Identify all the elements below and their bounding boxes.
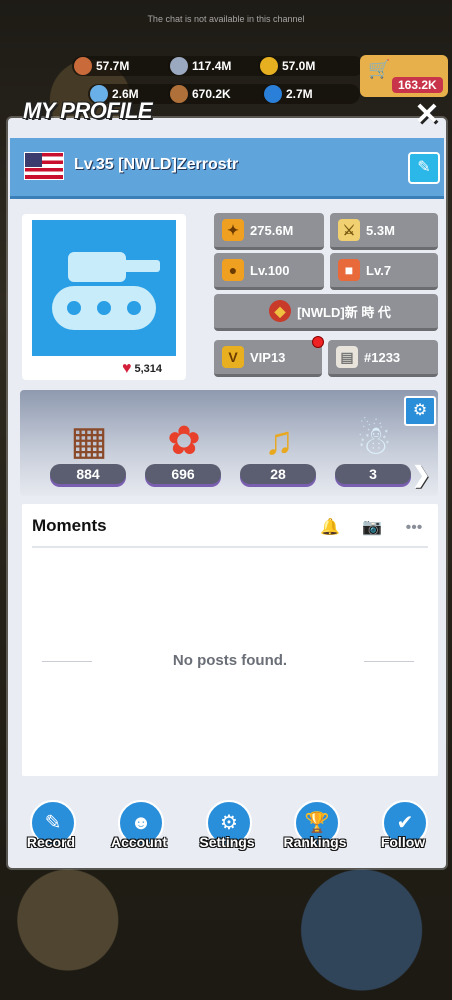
player-name: Lv.35 [NWLD]Zerrostr bbox=[74, 156, 239, 173]
nav-label: Follow bbox=[380, 834, 426, 850]
nav-label: Rankings bbox=[283, 834, 347, 850]
account-button[interactable]: ☻ Account bbox=[102, 800, 174, 854]
vip-stat[interactable]: V VIP13 bbox=[214, 340, 322, 377]
chat-notice: The chat is not available in this channe… bbox=[147, 14, 305, 24]
likes-count: ♥ 5,314 bbox=[122, 360, 162, 378]
chocolate-gift-icon: ▦ bbox=[70, 419, 108, 463]
nav-label: Account bbox=[111, 834, 167, 850]
vip-badge-icon: V bbox=[222, 346, 244, 368]
tank-icon bbox=[52, 252, 160, 330]
moments-title: Moments bbox=[32, 516, 107, 535]
server-value: #1233 bbox=[364, 349, 401, 365]
shop-button[interactable]: 🛒 163.2K bbox=[360, 55, 448, 97]
nav-label: Settings bbox=[199, 834, 255, 850]
record-button[interactable]: ✎ Record bbox=[14, 800, 86, 854]
cart-icon: 🛒 bbox=[368, 59, 391, 79]
gear-icon: ⚙ bbox=[412, 402, 428, 419]
avatar-card[interactable]: ♥ 5,314 bbox=[22, 214, 186, 380]
gift-item-flowers[interactable]: ✿ 696 bbox=[145, 398, 221, 498]
heart-icon: ♥ bbox=[122, 360, 132, 377]
gift-item-snowman[interactable]: ☃ 3 bbox=[335, 398, 411, 498]
music-note-icon: ♫ bbox=[264, 419, 294, 463]
resource-value: 57.0M bbox=[282, 59, 316, 73]
server-building-icon: ▤ bbox=[336, 346, 358, 368]
resource-value: 117.4M bbox=[192, 59, 232, 73]
flower-bouquet-icon: ✿ bbox=[167, 419, 201, 463]
us-flag-icon bbox=[24, 152, 64, 180]
edit-profile-button[interactable]: ✎ bbox=[408, 152, 440, 184]
player-bar: Lv.35 [NWLD]Zerrostr ✎ bbox=[10, 138, 444, 199]
gift-box-icon: ■ bbox=[338, 259, 360, 281]
avatar bbox=[32, 220, 176, 356]
commander-level-value: Lv.100 bbox=[250, 262, 290, 278]
profile-header: MY PROFILE bbox=[8, 96, 446, 136]
moments-section: Moments 🔔 📷 ••• No posts found. bbox=[22, 504, 438, 776]
gift-level-value: Lv.7 bbox=[366, 262, 392, 278]
crossed-swords-icon: ⚔ bbox=[338, 219, 360, 241]
likes-value: 5,314 bbox=[134, 363, 163, 375]
commander-level-stat[interactable]: ● Lv.100 bbox=[214, 253, 324, 290]
bell-icon[interactable]: 🔔 bbox=[320, 518, 340, 538]
power-icon: ✦ bbox=[222, 219, 244, 241]
settings-button[interactable]: ⚙ Settings bbox=[190, 800, 262, 854]
food-icon bbox=[74, 57, 92, 75]
follow-button[interactable]: ✔ Follow bbox=[366, 800, 438, 854]
rankings-button[interactable]: 🏆 Rankings bbox=[278, 800, 350, 854]
gift-level-stat[interactable]: ■ Lv.7 bbox=[330, 253, 438, 290]
gift-count: 28 bbox=[240, 464, 316, 484]
camera-icon[interactable]: 📷 bbox=[362, 518, 382, 538]
divider bbox=[364, 661, 414, 662]
gift-item-music[interactable]: ♫ 28 bbox=[240, 398, 316, 498]
alliance-value: [NWLD]新 時 代 bbox=[297, 304, 391, 320]
resource-food: 57.7M bbox=[72, 56, 182, 76]
gift-count: 884 bbox=[50, 464, 126, 484]
kills-value: 5.3M bbox=[366, 222, 395, 238]
nav-label: Record bbox=[26, 834, 76, 850]
snowman-icon: ☃ bbox=[356, 419, 392, 463]
power-stat[interactable]: ✦ 275.6M bbox=[214, 213, 324, 250]
edit-icon: ✎ bbox=[417, 159, 431, 176]
gold-coin-icon bbox=[260, 57, 278, 75]
next-arrow-icon[interactable]: ❯ bbox=[412, 462, 430, 488]
divider bbox=[32, 546, 428, 548]
alliance-emblem-icon: ◆ bbox=[269, 300, 292, 322]
alliance-stat[interactable]: ◆ [NWLD]新 時 代 bbox=[214, 294, 438, 331]
more-icon[interactable]: ••• bbox=[404, 518, 424, 538]
steel-icon bbox=[170, 57, 188, 75]
kills-stat[interactable]: ⚔ 5.3M bbox=[330, 213, 438, 250]
vip-value: VIP13 bbox=[250, 349, 286, 365]
gift-item-chocolate[interactable]: ▦ 884 bbox=[50, 398, 126, 498]
gift-count: 3 bbox=[335, 464, 411, 484]
notification-dot bbox=[312, 336, 324, 348]
commander-icon: ● bbox=[222, 259, 244, 281]
resource-gold: 57.0M bbox=[258, 56, 364, 76]
power-value: 275.6M bbox=[250, 222, 294, 238]
shop-amount: 163.2K bbox=[392, 77, 443, 93]
server-stat[interactable]: ▤ #1233 bbox=[328, 340, 438, 377]
gift-count: 696 bbox=[145, 464, 221, 484]
close-button[interactable]: ✕ bbox=[412, 100, 442, 130]
page-title: MY PROFILE bbox=[23, 98, 153, 123]
resource-value: 57.7M bbox=[96, 59, 130, 73]
